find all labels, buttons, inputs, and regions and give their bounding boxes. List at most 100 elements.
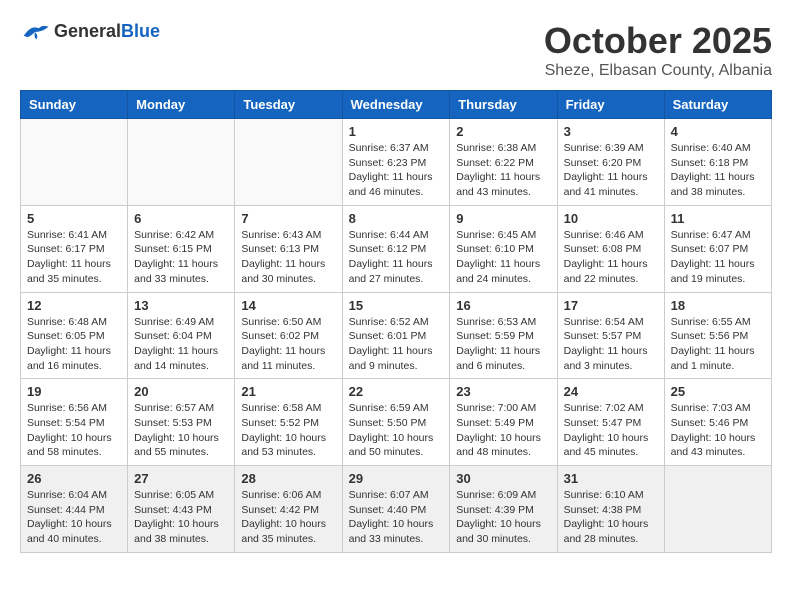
day-info: Sunrise: 6:46 AMSunset: 6:08 PMDaylight:… <box>564 228 658 287</box>
day-info: Sunrise: 6:57 AMSunset: 5:53 PMDaylight:… <box>134 401 228 460</box>
day-info: Sunrise: 6:09 AMSunset: 4:39 PMDaylight:… <box>456 488 550 547</box>
day-info: Sunrise: 7:02 AMSunset: 5:47 PMDaylight:… <box>564 401 658 460</box>
day-number: 8 <box>349 211 444 226</box>
day-number: 3 <box>564 124 658 139</box>
day-info: Sunrise: 6:43 AMSunset: 6:13 PMDaylight:… <box>241 228 335 287</box>
day-info: Sunrise: 7:00 AMSunset: 5:49 PMDaylight:… <box>456 401 550 460</box>
day-number: 25 <box>671 384 765 399</box>
day-number: 12 <box>27 298 121 313</box>
page-header: GeneralBlue October 2025 Sheze, Elbasan … <box>20 20 772 80</box>
logo-blue: Blue <box>121 21 160 41</box>
day-number: 9 <box>456 211 550 226</box>
day-number: 31 <box>564 471 658 486</box>
day-info: Sunrise: 6:07 AMSunset: 4:40 PMDaylight:… <box>349 488 444 547</box>
day-number: 28 <box>241 471 335 486</box>
header-sunday: Sunday <box>21 91 128 119</box>
day-number: 29 <box>349 471 444 486</box>
day-info: Sunrise: 6:58 AMSunset: 5:52 PMDaylight:… <box>241 401 335 460</box>
calendar-day-cell: 6Sunrise: 6:42 AMSunset: 6:15 PMDaylight… <box>128 205 235 292</box>
calendar-day-cell: 4 Sunrise: 6:40 AMSunset: 6:18 PMDaylight… <box>664 119 771 206</box>
header-tuesday: Tuesday <box>235 91 342 119</box>
header-monday: Monday <box>128 91 235 119</box>
calendar-day-cell <box>664 466 771 553</box>
logo-general: General <box>54 21 121 41</box>
day-number: 15 <box>349 298 444 313</box>
month-title: October 2025 <box>544 20 772 62</box>
calendar-week-row: 1Sunrise: 6:37 AMSunset: 6:23 PMDaylight… <box>21 119 772 206</box>
day-number: 18 <box>671 298 765 313</box>
day-number: 30 <box>456 471 550 486</box>
logo-icon <box>20 20 50 44</box>
day-info: Sunrise: 6:40 AMSunset: 6:18 PMDaylight:… <box>671 141 765 200</box>
calendar-day-cell: 12 Sunrise: 6:48 AMSunset: 6:05 PMDayligh… <box>21 292 128 379</box>
calendar-day-cell: 24Sunrise: 7:02 AMSunset: 5:47 PMDayligh… <box>557 379 664 466</box>
day-info: Sunrise: 6:52 AMSunset: 6:01 PMDaylight:… <box>349 315 444 374</box>
calendar-day-cell: 7Sunrise: 6:43 AMSunset: 6:13 PMDaylight… <box>235 205 342 292</box>
calendar-day-cell: 13 Sunrise: 6:49 AMSunset: 6:04 PMDayligh… <box>128 292 235 379</box>
calendar-day-cell: 31 Sunrise: 6:10 AMSunset: 4:38 PMDayligh… <box>557 466 664 553</box>
calendar-week-row: 12 Sunrise: 6:48 AMSunset: 6:05 PMDayligh… <box>21 292 772 379</box>
calendar-day-cell: 27 Sunrise: 6:05 AMSunset: 4:43 PMDayligh… <box>128 466 235 553</box>
calendar-day-cell: 11 Sunrise: 6:47 AMSunset: 6:07 PMDayligh… <box>664 205 771 292</box>
day-info: Sunrise: 6:05 AMSunset: 4:43 PMDaylight:… <box>134 488 228 547</box>
day-info: Sunrise: 7:03 AMSunset: 5:46 PMDaylight:… <box>671 401 765 460</box>
day-number: 10 <box>564 211 658 226</box>
day-number: 27 <box>134 471 228 486</box>
header-wednesday: Wednesday <box>342 91 450 119</box>
day-number: 26 <box>27 471 121 486</box>
calendar-day-cell: 23 Sunrise: 7:00 AMSunset: 5:49 PMDayligh… <box>450 379 557 466</box>
calendar-day-cell: 22Sunrise: 6:59 AMSunset: 5:50 PMDayligh… <box>342 379 450 466</box>
day-info: Sunrise: 6:45 AMSunset: 6:10 PMDaylight:… <box>456 228 550 287</box>
calendar-table: Sunday Monday Tuesday Wednesday Thursday… <box>20 90 772 553</box>
calendar-day-cell: 26Sunrise: 6:04 AMSunset: 4:44 PMDayligh… <box>21 466 128 553</box>
calendar-day-cell: 8 Sunrise: 6:44 AMSunset: 6:12 PMDaylight… <box>342 205 450 292</box>
calendar-day-cell <box>128 119 235 206</box>
day-info: Sunrise: 6:47 AMSunset: 6:07 PMDaylight:… <box>671 228 765 287</box>
calendar-day-cell: 1Sunrise: 6:37 AMSunset: 6:23 PMDaylight… <box>342 119 450 206</box>
calendar-header-row: Sunday Monday Tuesday Wednesday Thursday… <box>21 91 772 119</box>
calendar-day-cell: 10 Sunrise: 6:46 AMSunset: 6:08 PMDayligh… <box>557 205 664 292</box>
day-info: Sunrise: 6:06 AMSunset: 4:42 PMDaylight:… <box>241 488 335 547</box>
day-number: 23 <box>456 384 550 399</box>
calendar-day-cell: 28 Sunrise: 6:06 AMSunset: 4:42 PMDayligh… <box>235 466 342 553</box>
day-info: Sunrise: 6:38 AMSunset: 6:22 PMDaylight:… <box>456 141 550 200</box>
calendar-day-cell: 5 Sunrise: 6:41 AMSunset: 6:17 PMDaylight… <box>21 205 128 292</box>
calendar-day-cell: 3Sunrise: 6:39 AMSunset: 6:20 PMDaylight… <box>557 119 664 206</box>
calendar-week-row: 19Sunrise: 6:56 AMSunset: 5:54 PMDayligh… <box>21 379 772 466</box>
header-thursday: Thursday <box>450 91 557 119</box>
calendar-day-cell: 14Sunrise: 6:50 AMSunset: 6:02 PMDayligh… <box>235 292 342 379</box>
day-info: Sunrise: 6:56 AMSunset: 5:54 PMDaylight:… <box>27 401 121 460</box>
title-section: October 2025 Sheze, Elbasan County, Alba… <box>544 20 772 80</box>
day-number: 20 <box>134 384 228 399</box>
day-number: 4 <box>671 124 765 139</box>
calendar-day-cell: 9 Sunrise: 6:45 AMSunset: 6:10 PMDaylight… <box>450 205 557 292</box>
calendar-day-cell: 21 Sunrise: 6:58 AMSunset: 5:52 PMDayligh… <box>235 379 342 466</box>
day-number: 5 <box>27 211 121 226</box>
day-info: Sunrise: 6:55 AMSunset: 5:56 PMDaylight:… <box>671 315 765 374</box>
day-number: 11 <box>671 211 765 226</box>
day-info: Sunrise: 6:59 AMSunset: 5:50 PMDaylight:… <box>349 401 444 460</box>
day-number: 17 <box>564 298 658 313</box>
calendar-week-row: 5 Sunrise: 6:41 AMSunset: 6:17 PMDaylight… <box>21 205 772 292</box>
day-info: Sunrise: 6:44 AMSunset: 6:12 PMDaylight:… <box>349 228 444 287</box>
day-number: 1 <box>349 124 444 139</box>
day-number: 2 <box>456 124 550 139</box>
calendar-day-cell: 30 Sunrise: 6:09 AMSunset: 4:39 PMDayligh… <box>450 466 557 553</box>
logo-text: GeneralBlue <box>54 22 160 42</box>
calendar-day-cell: 20 Sunrise: 6:57 AMSunset: 5:53 PMDayligh… <box>128 379 235 466</box>
calendar-week-row: 26Sunrise: 6:04 AMSunset: 4:44 PMDayligh… <box>21 466 772 553</box>
location-title: Sheze, Elbasan County, Albania <box>544 62 772 80</box>
calendar-day-cell <box>235 119 342 206</box>
calendar-day-cell: 15 Sunrise: 6:52 AMSunset: 6:01 PMDayligh… <box>342 292 450 379</box>
day-info: Sunrise: 6:10 AMSunset: 4:38 PMDaylight:… <box>564 488 658 547</box>
calendar-day-cell: 29 Sunrise: 6:07 AMSunset: 4:40 PMDayligh… <box>342 466 450 553</box>
day-info: Sunrise: 6:48 AMSunset: 6:05 PMDaylight:… <box>27 315 121 374</box>
calendar-day-cell: 2 Sunrise: 6:38 AMSunset: 6:22 PMDaylight… <box>450 119 557 206</box>
logo: GeneralBlue <box>20 20 160 44</box>
day-info: Sunrise: 6:50 AMSunset: 6:02 PMDaylight:… <box>241 315 335 374</box>
day-number: 21 <box>241 384 335 399</box>
day-info: Sunrise: 6:41 AMSunset: 6:17 PMDaylight:… <box>27 228 121 287</box>
day-info: Sunrise: 6:49 AMSunset: 6:04 PMDaylight:… <box>134 315 228 374</box>
day-number: 13 <box>134 298 228 313</box>
calendar-day-cell <box>21 119 128 206</box>
